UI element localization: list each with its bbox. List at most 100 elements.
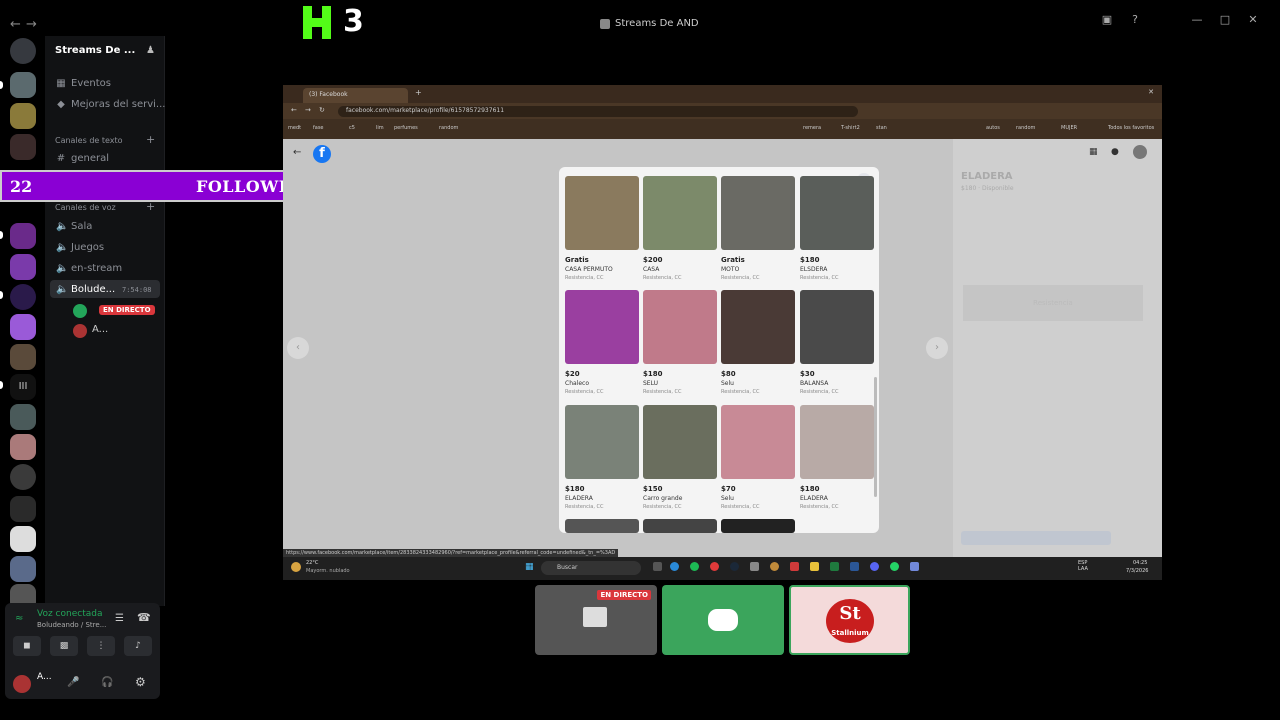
avatar[interactable] (73, 324, 87, 338)
folder-icon[interactable] (810, 562, 819, 571)
channel-general[interactable]: # general (56, 153, 109, 164)
events-item[interactable]: ▦ Eventos (56, 78, 111, 89)
listing-image[interactable] (800, 405, 874, 479)
discord-home-icon[interactable] (10, 38, 36, 64)
back-arrow-icon[interactable]: ← (10, 17, 21, 32)
taskbar-app-icon[interactable] (750, 562, 759, 571)
reload-icon[interactable]: ↻ (319, 106, 325, 114)
back-icon[interactable]: ← (291, 106, 297, 114)
add-member-icon[interactable]: ♟ (146, 45, 155, 56)
listing-card[interactable]: Gratis MOTO Resistencia, CC (721, 176, 795, 281)
excel-icon[interactable] (830, 562, 839, 571)
chrome-icon[interactable] (710, 562, 719, 571)
bookmark[interactable]: Todos los favoritos (1108, 125, 1154, 131)
listing-image[interactable] (721, 405, 795, 479)
server-icon[interactable] (10, 72, 36, 98)
whatsapp-icon[interactable] (890, 562, 899, 571)
taskbar-app-icon[interactable] (790, 562, 799, 571)
settings-gear-icon[interactable]: ⚙ (135, 675, 146, 689)
listing-card[interactable]: Gratis CASA PERMUTO Resistencia, CC (565, 176, 639, 281)
listing-image[interactable] (800, 176, 874, 250)
bookmark[interactable]: fase (313, 125, 324, 131)
bookmark[interactable]: remera (803, 125, 821, 131)
tab-facebook[interactable]: (3) Facebook (303, 88, 408, 103)
bookmark[interactable]: stan (876, 125, 887, 131)
forward-arrow-icon[interactable]: → (26, 17, 37, 32)
server-icon[interactable] (10, 496, 36, 522)
camera-off-button[interactable]: ◼ (13, 636, 41, 656)
listing-image[interactable] (565, 176, 639, 250)
spotify-icon[interactable] (690, 562, 699, 571)
listing-card[interactable]: $30 BALANSA Resistencia, CC (800, 290, 874, 395)
voice-category[interactable]: Canales de voz (55, 203, 116, 212)
bookmark[interactable]: T-shirt2 (841, 125, 860, 131)
participant-tile[interactable] (662, 585, 784, 655)
minimize-icon[interactable]: — (1190, 13, 1204, 26)
listing-image[interactable] (721, 290, 795, 364)
microphone-icon[interactable]: 🎤 (67, 677, 79, 688)
close-icon[interactable]: ✕ (1246, 13, 1260, 26)
listing-card[interactable]: $20 Chaleco Resistencia, CC (565, 290, 639, 395)
disconnect-icon[interactable]: ☎ (137, 611, 151, 624)
listing-image[interactable] (565, 519, 639, 533)
new-tab-icon[interactable]: + (415, 88, 422, 97)
activities-button[interactable]: ⋮ (87, 636, 115, 656)
bookmark[interactable]: MUJER (1061, 125, 1077, 131)
text-category[interactable]: Canales de texto (55, 136, 123, 145)
voice-user[interactable]: A... (92, 324, 108, 335)
bookmark[interactable]: medt (288, 125, 301, 131)
listing-card[interactable]: $180 ELADERA Resistencia, CC (800, 405, 874, 510)
listing-image[interactable] (643, 405, 717, 479)
listing-card[interactable]: $70 Selu Resistencia, CC (721, 405, 795, 510)
bookmark[interactable]: random (1016, 125, 1035, 131)
listing-card[interactable]: $200 CASA Resistencia, CC (643, 176, 717, 281)
server-icon[interactable] (10, 254, 36, 280)
server-icon[interactable] (10, 134, 36, 160)
server-icon[interactable]: III (10, 374, 36, 400)
screen-share-button[interactable]: ▩ (50, 636, 78, 656)
listing-image[interactable] (721, 519, 795, 533)
listing-card[interactable]: $180 ELSDERA Resistencia, CC (800, 176, 874, 281)
taskbar-app-icon[interactable] (910, 562, 919, 571)
avatar[interactable] (13, 675, 31, 693)
modal-scrollbar[interactable] (874, 377, 877, 497)
server-icon[interactable] (10, 314, 36, 340)
browser-close-icon[interactable]: ✕ (1148, 88, 1154, 96)
participant-tile[interactable]: St Stallnium (789, 585, 910, 655)
soundboard-button[interactable]: ♪ (124, 636, 152, 656)
help-icon[interactable]: ? (1128, 13, 1142, 26)
word-icon[interactable] (850, 562, 859, 571)
taskbar-app-icon[interactable] (670, 562, 679, 571)
bookmark[interactable]: c5 (349, 125, 355, 131)
bookmark[interactable]: autos (986, 125, 1000, 131)
server-icon[interactable] (10, 526, 36, 552)
listing-image[interactable] (721, 176, 795, 250)
server-icon[interactable] (10, 556, 36, 582)
prev-arrow-icon[interactable]: ‹ (287, 337, 309, 359)
server-icon[interactable] (10, 344, 36, 370)
send-button[interactable] (961, 531, 1111, 545)
channel-en-stream[interactable]: 🔈 en-stream (56, 263, 122, 274)
bookmark[interactable]: perfumes (394, 125, 418, 131)
taskbar-app-icon[interactable] (653, 562, 662, 571)
next-arrow-icon[interactable]: › (926, 337, 948, 359)
windows-start-icon[interactable]: ▦ (525, 562, 534, 572)
url-input[interactable]: facebook.com/marketplace/profile/6157857… (338, 106, 858, 117)
listing-image[interactable] (643, 519, 717, 533)
bookmark[interactable]: random (439, 125, 458, 131)
taskbar-search[interactable]: Buscar (541, 561, 641, 575)
messenger-icon[interactable]: ● (1111, 147, 1119, 157)
listing-image[interactable] (643, 290, 717, 364)
server-name[interactable]: Streams De ... (55, 45, 135, 56)
clock-time[interactable]: 04:25 (1133, 560, 1147, 566)
stream-view[interactable]: (3) Facebook + ✕ ← → ↻ facebook.com/mark… (283, 85, 1162, 580)
stream-thumbnail[interactable]: EN DIRECTO (535, 585, 657, 655)
listing-image[interactable] (643, 176, 717, 250)
listing-image[interactable] (800, 290, 874, 364)
taskbar-app-icon[interactable] (770, 562, 779, 571)
server-icon[interactable] (10, 434, 36, 460)
server-icon[interactable] (10, 223, 36, 249)
avatar[interactable] (73, 304, 87, 318)
listing-card[interactable]: $180 ELADERA Resistencia, CC (565, 405, 639, 510)
add-channel-icon[interactable]: + (146, 133, 155, 146)
